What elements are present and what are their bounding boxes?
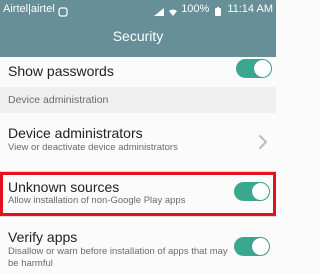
show-passwords-toggle[interactable] <box>236 59 272 78</box>
settings-row-verify-apps[interactable]: Verify apps Disallow or warn before inst… <box>0 217 276 274</box>
notification-icon <box>58 5 68 17</box>
clock-time: 11:14 AM <box>227 3 273 15</box>
page-title: Security <box>112 28 164 44</box>
section-header-text: Device administration <box>8 94 109 106</box>
toggle-knob <box>252 183 269 200</box>
row-subtitle: View or deactivate device administrators <box>8 142 178 153</box>
chevron-right-icon <box>259 135 267 149</box>
battery-icon <box>213 5 223 16</box>
toggle-knob <box>254 60 271 77</box>
carrier-name: Airtel|airtel <box>3 3 55 15</box>
toggle-knob <box>252 238 269 255</box>
row-subtitle: Allow installation of non-Google Play ap… <box>8 195 186 206</box>
settings-row-unknown-sources[interactable]: Unknown sources Allow installation of no… <box>0 172 276 216</box>
row-subtitle: Disallow or warn before installation of … <box>8 246 228 269</box>
top-bar: Airtel|airtel 100% 11:14 AM Security <box>0 0 276 57</box>
signal-icon <box>153 5 165 16</box>
battery-text: 100% <box>181 3 210 15</box>
status-right: 100% 11:14 AM <box>153 0 273 19</box>
settings-row-device-admins[interactable]: Device administrators View or deactivate… <box>0 113 276 172</box>
row-title: Device administrators <box>8 125 143 141</box>
verify-apps-toggle[interactable] <box>234 237 270 256</box>
section-header-device-admin: Device administration <box>0 87 276 113</box>
settings-row-show-passwords[interactable]: Show passwords <box>0 57 276 87</box>
row-title: Verify apps <box>8 229 78 245</box>
status-bar: Airtel|airtel 100% 11:14 AM <box>0 0 276 19</box>
wifi-icon <box>167 5 178 16</box>
unknown-sources-toggle[interactable] <box>234 182 270 201</box>
row-title: Show passwords <box>8 63 114 79</box>
status-left: Airtel|airtel <box>3 0 68 19</box>
row-title: Unknown sources <box>8 179 120 195</box>
